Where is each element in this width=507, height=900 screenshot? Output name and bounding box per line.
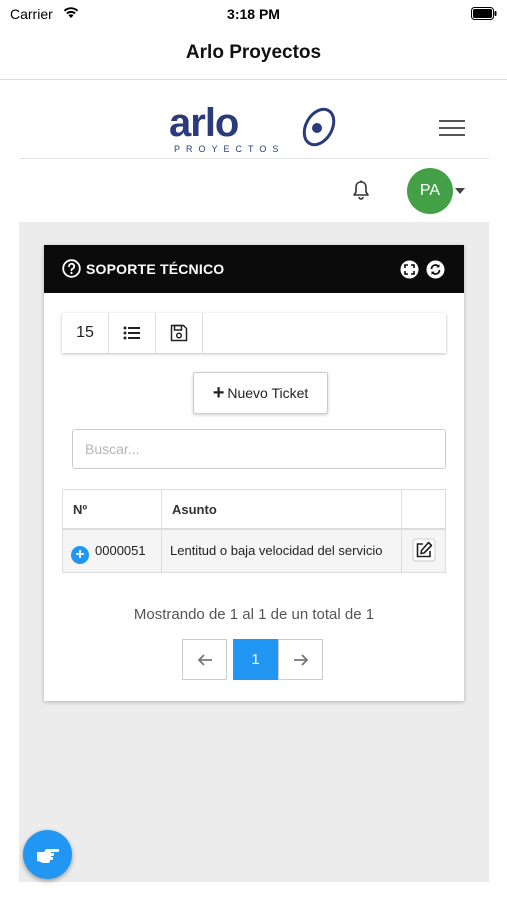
new-ticket-label: Nuevo Ticket xyxy=(227,385,309,401)
ticket-number: 0000051 xyxy=(95,543,146,558)
logo-text: arlo xyxy=(169,101,238,145)
pagination-info: Mostrando de 1 al 1 de un total de 1 xyxy=(133,606,375,623)
content-area: SOPORTE TÉCNICO 15 + Nuevo Ticket Buscar… xyxy=(19,222,489,882)
save-button[interactable] xyxy=(156,313,203,353)
support-card: SOPORTE TÉCNICO 15 + Nuevo Ticket Buscar… xyxy=(44,245,464,701)
list-view-button[interactable] xyxy=(109,313,156,353)
table-toolbar: 15 xyxy=(62,313,446,353)
navigation-bar: Arlo Proyectos xyxy=(0,28,507,80)
column-header-actions xyxy=(402,490,445,530)
tickets-table: Nº Asunto +0000051 Lentitud o baja veloc… xyxy=(62,489,446,573)
expand-row-icon[interactable]: + xyxy=(71,546,89,564)
save-icon xyxy=(170,324,188,342)
next-page-button[interactable] xyxy=(278,639,323,680)
help-circle-icon xyxy=(62,259,81,278)
app-screen: Carrier 3:18 PM Arlo Proyectos arlo PROY… xyxy=(0,0,507,900)
status-bar: Carrier 3:18 PM xyxy=(0,0,507,28)
nav-title: Arlo Proyectos xyxy=(185,42,322,63)
battery-icon xyxy=(471,7,497,20)
column-header-number[interactable]: Nº xyxy=(63,490,162,530)
bell-icon[interactable] xyxy=(350,179,372,201)
pointing-hand-icon xyxy=(36,848,59,863)
logo-subtext: PROYECTOS xyxy=(174,144,284,154)
floating-action-button[interactable] xyxy=(23,830,72,879)
search-input[interactable] xyxy=(72,429,446,469)
page-button-1[interactable]: 1 xyxy=(233,639,278,680)
ticket-subject-cell: Lentitud o baja velocidad del servicio xyxy=(162,530,402,572)
card-header: SOPORTE TÉCNICO xyxy=(44,245,464,293)
edit-icon[interactable] xyxy=(412,538,436,562)
web-header: arlo PROYECTOS PA xyxy=(19,80,489,222)
column-header-subject[interactable]: Asunto xyxy=(162,490,402,530)
arlo-logo[interactable]: arlo PROYECTOS xyxy=(167,100,345,156)
chevron-down-icon[interactable] xyxy=(455,188,465,194)
header-divider xyxy=(19,158,489,159)
previous-page-button[interactable] xyxy=(182,639,227,680)
arrow-left-icon xyxy=(197,653,212,666)
hamburger-menu-icon[interactable] xyxy=(439,120,465,138)
expand-icon[interactable] xyxy=(400,260,419,279)
card-title: SOPORTE TÉCNICO xyxy=(86,261,225,277)
new-ticket-button[interactable]: + Nuevo Ticket xyxy=(193,372,328,414)
refresh-icon[interactable] xyxy=(426,260,445,279)
user-avatar[interactable]: PA xyxy=(407,168,453,214)
clock-label: 3:18 PM xyxy=(227,6,280,22)
table-header-row: Nº Asunto xyxy=(63,490,445,530)
arrow-right-icon xyxy=(293,653,308,666)
list-icon xyxy=(123,326,140,340)
page-size-button[interactable]: 15 xyxy=(62,313,109,353)
ticket-number-cell: +0000051 xyxy=(63,530,162,572)
table-row: +0000051 Lentitud o baja velocidad del s… xyxy=(63,530,445,572)
ticket-actions-cell xyxy=(402,530,445,572)
plus-icon: + xyxy=(212,382,225,404)
